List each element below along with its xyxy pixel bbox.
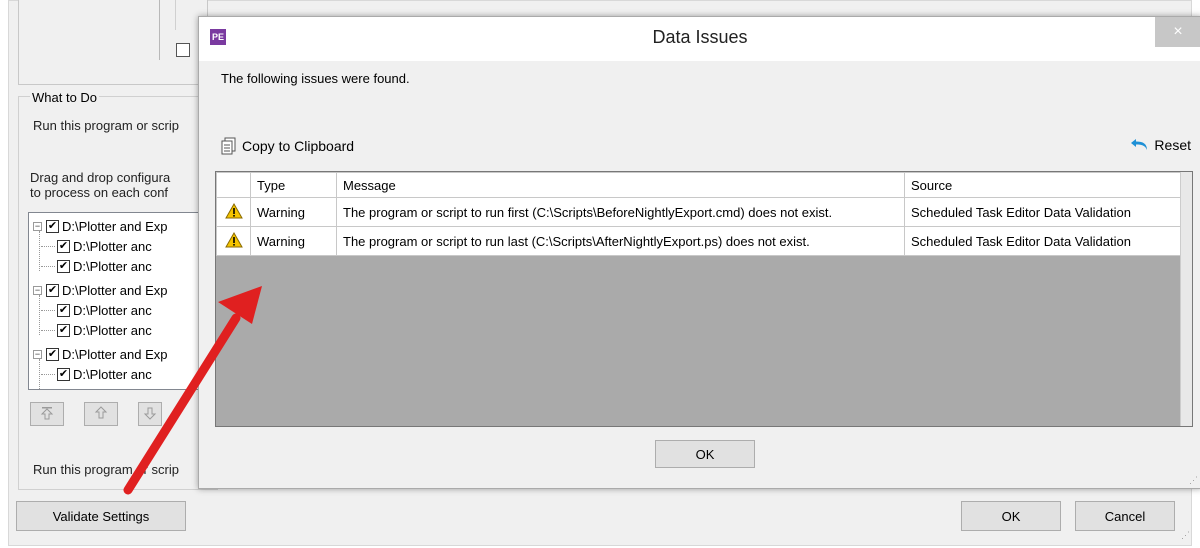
annotation-arrow	[123, 286, 262, 495]
